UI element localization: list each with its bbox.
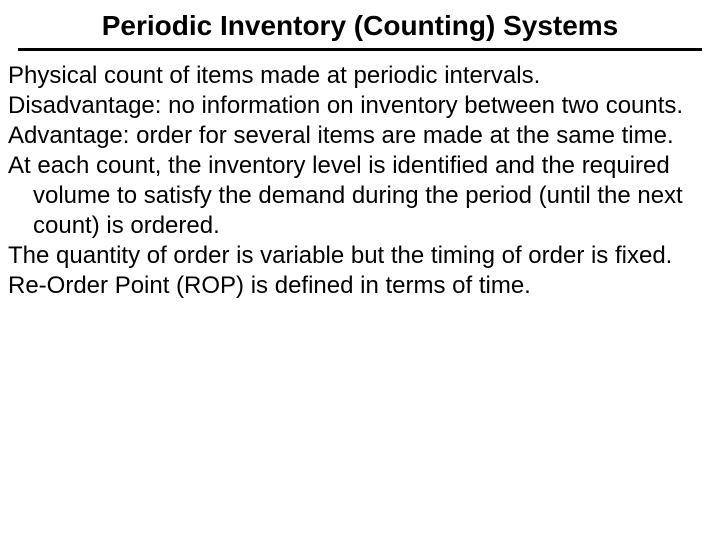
paragraph: Physical count of items made at periodic… bbox=[8, 61, 712, 91]
paragraph: Advantage: order for several items are m… bbox=[8, 121, 712, 151]
slide: Periodic Inventory (Counting) Systems Ph… bbox=[0, 0, 720, 540]
paragraph: Disadvantage: no information on inventor… bbox=[8, 91, 712, 121]
slide-title: Periodic Inventory (Counting) Systems bbox=[18, 10, 702, 51]
paragraph: At each count, the inventory level is id… bbox=[8, 151, 712, 241]
paragraph: The quantity of order is variable but th… bbox=[8, 241, 712, 271]
slide-body: Physical count of items made at periodic… bbox=[8, 51, 712, 301]
paragraph: Re-Order Point (ROP) is defined in terms… bbox=[8, 271, 712, 301]
